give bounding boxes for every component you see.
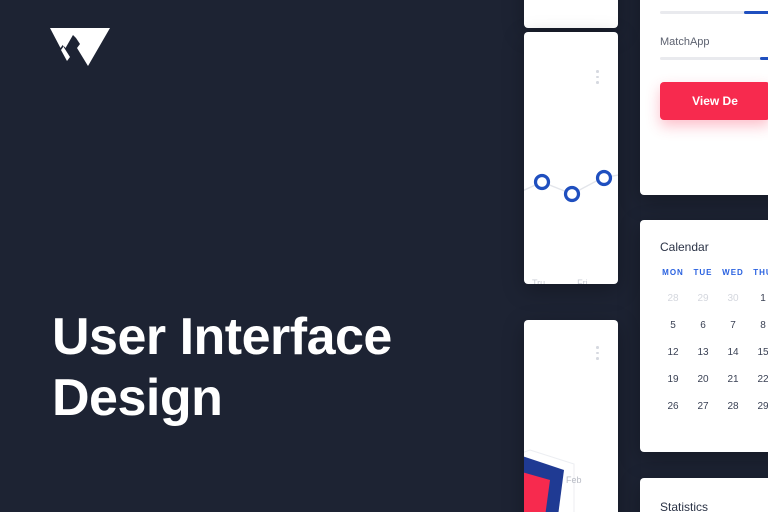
line-point-2 xyxy=(563,185,581,203)
slider-fill xyxy=(760,57,768,60)
month-label: Feb xyxy=(566,475,582,485)
page-title: User Interface Design xyxy=(52,307,482,429)
calendar-day[interactable]: 20 xyxy=(688,374,718,401)
calendar-day[interactable]: 27 xyxy=(688,401,718,428)
x-label-2: Fri xyxy=(577,278,588,284)
line-chart-x-axis: Tru Fri xyxy=(524,278,618,284)
slider-label-twitter: Twitter xyxy=(660,0,768,2)
calendar-dow-wed: WED xyxy=(722,268,744,277)
calendar-day[interactable]: 26 xyxy=(658,401,688,428)
calendar-day[interactable]: 30 xyxy=(718,293,748,320)
calendar-day[interactable]: 21 xyxy=(718,374,748,401)
calendar-day[interactable]: 5 xyxy=(658,320,688,347)
calendar-day[interactable]: 14 xyxy=(718,347,748,374)
calendar-day[interactable]: 29 xyxy=(748,401,768,428)
calendar-title: Calendar xyxy=(660,240,709,254)
calendar-day[interactable]: 6 xyxy=(688,320,718,347)
line-chart xyxy=(524,169,618,203)
calendar-day[interactable]: 7 xyxy=(718,320,748,347)
polygon-chart-card[interactable]: Feb xyxy=(524,320,618,512)
calendar-day[interactable]: 19 xyxy=(658,374,688,401)
slider-matchapp[interactable] xyxy=(660,57,768,60)
calendar-day[interactable]: 29 xyxy=(688,293,718,320)
calendar-dow-thu: THU xyxy=(753,268,768,277)
statistics-title: Statistics xyxy=(660,500,709,512)
calendar-day[interactable]: 8 xyxy=(748,320,768,347)
calendar-day[interactable]: 1 xyxy=(748,293,768,320)
slider-fill xyxy=(743,11,768,14)
calendar-day[interactable]: 12 xyxy=(658,347,688,374)
polygon-chart xyxy=(524,446,598,512)
calendar-dow-tue: TUE xyxy=(693,268,713,277)
view-details-button[interactable]: View De xyxy=(660,82,768,120)
w-logo-icon xyxy=(50,28,110,72)
calendar-card[interactable]: Calendar MON TUE WED THU 28 29 30 1 5 6 … xyxy=(640,220,768,452)
statistics-card[interactable]: Statistics xyxy=(640,478,768,512)
calendar-day[interactable]: 28 xyxy=(718,401,748,428)
kebab-menu-icon[interactable] xyxy=(596,70,599,87)
calendar-dow-mon: MON xyxy=(662,268,684,277)
view-details-label: View De xyxy=(692,94,738,108)
calendar-day[interactable]: 13 xyxy=(688,347,718,374)
calendar-day[interactable]: 28 xyxy=(658,293,688,320)
calendar-day[interactable]: 15 xyxy=(748,347,768,374)
bar-chart-card[interactable] xyxy=(524,0,618,28)
calendar-grid: MON TUE WED THU 28 29 30 1 5 6 7 8 12 13… xyxy=(640,254,768,428)
page-title-line-2: Design xyxy=(52,368,223,427)
slider-twitter[interactable] xyxy=(660,11,768,14)
kebab-menu-icon[interactable] xyxy=(596,346,599,363)
x-label-1: Tru xyxy=(532,278,546,284)
presentation-slide: User Interface Design Tru Fri Feb MatchA… xyxy=(0,0,768,512)
line-point-3 xyxy=(595,169,613,187)
line-point-1 xyxy=(533,173,551,191)
line-chart-card[interactable]: Tru Fri xyxy=(524,32,618,284)
social-stats-card[interactable]: Instagram Twitter MatchApp View De xyxy=(640,0,768,195)
calendar-day[interactable]: 22 xyxy=(748,374,768,401)
slider-label-matchapp: MatchApp xyxy=(660,36,710,48)
page-title-line-1: User Interface xyxy=(52,307,392,366)
